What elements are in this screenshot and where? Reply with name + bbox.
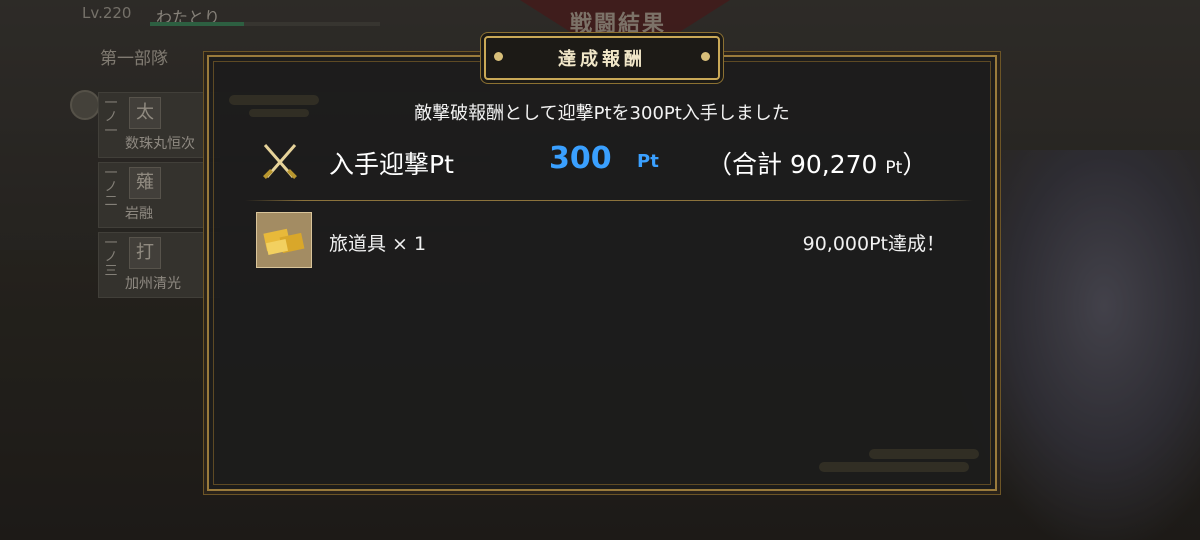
cloud-ornament [869, 449, 979, 459]
reward-message: 敵撃破報酬として迎撃Ptを300Pt入手しました [414, 103, 790, 124]
crossed-swords-icon [263, 144, 297, 179]
earned-points-value: 300 [549, 141, 612, 176]
reward-milestone: 90,000Pt達成！ [802, 233, 945, 255]
earned-points-unit: Pt [637, 151, 659, 172]
cloud-ornament [819, 462, 969, 472]
total-points: （合計 90,270 Pt） [707, 145, 927, 181]
total-points-unit: Pt [885, 158, 903, 178]
reward-dialog[interactable]: 敵撃破報酬として迎撃Ptを300Pt入手しました 入手迎撃Pt 300 Pt （… [207, 55, 997, 491]
total-points-prefix: （合計 90,270 [707, 150, 878, 179]
dialog-title: 達成報酬 [558, 49, 646, 70]
earned-points-label: 入手迎撃Pt [329, 150, 454, 179]
ornament-dot-icon [701, 52, 710, 61]
dialog-title-plate: 達成報酬 [484, 36, 720, 80]
divider [245, 200, 973, 201]
total-points-suffix: ） [902, 150, 928, 179]
